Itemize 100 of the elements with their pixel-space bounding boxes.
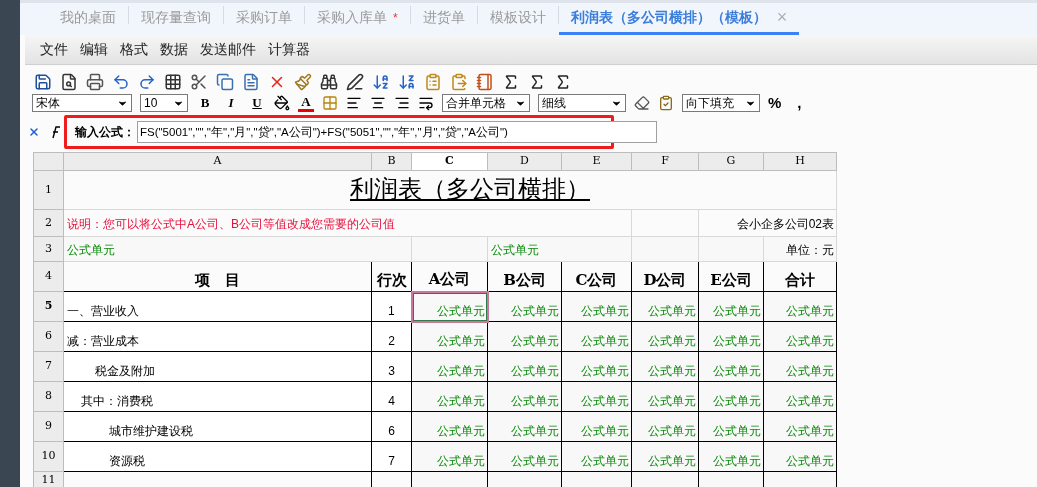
- menu-item[interactable]: 格式: [120, 39, 148, 60]
- undo-icon[interactable]: [112, 73, 130, 91]
- sort-descending-icon[interactable]: [398, 73, 416, 91]
- formula-cell[interactable]: 公式单元: [411, 321, 488, 352]
- save-icon[interactable]: [34, 73, 52, 91]
- menu-item[interactable]: 编辑: [80, 39, 108, 60]
- copy-icon[interactable]: [216, 73, 234, 91]
- paste-icon[interactable]: [450, 73, 468, 91]
- brush-icon[interactable]: [294, 73, 312, 91]
- formula-cell[interactable]: 公式单元: [631, 411, 699, 442]
- align-left-icon[interactable]: [346, 95, 362, 111]
- formula-cell[interactable]: 公式单元: [487, 381, 562, 412]
- print-preview-icon[interactable]: [60, 73, 78, 91]
- column-header[interactable]: B: [371, 152, 412, 171]
- formula-cell[interactable]: 公式单元: [561, 291, 632, 322]
- formula-cell[interactable]: 公式单元: [763, 351, 837, 382]
- corner-cell[interactable]: [33, 152, 64, 171]
- formula-cell[interactable]: 公式单元: [411, 381, 488, 412]
- percent-button[interactable]: %: [768, 91, 782, 115]
- document-icon[interactable]: [242, 73, 260, 91]
- formula-cell[interactable]: 公式单元: [411, 411, 488, 442]
- fill-select[interactable]: 向下填充: [682, 94, 760, 112]
- column-header[interactable]: F: [631, 152, 699, 171]
- column-header[interactable]: E: [561, 152, 632, 171]
- formula-input[interactable]: FS("5001","","年","月","贷","A公司")+FS("5051","","年","月","贷","A公司"): [137, 121, 657, 143]
- comma-button[interactable]: ,: [797, 91, 802, 115]
- formula-cell[interactable]: 公式单元: [763, 321, 837, 352]
- formula-cell[interactable]: 公式单元: [487, 351, 562, 382]
- formula-cell[interactable]: 公式单元: [698, 291, 764, 322]
- font-size-select[interactable]: 10: [140, 94, 188, 112]
- row-header[interactable]: 9: [33, 411, 64, 442]
- column-header[interactable]: D: [487, 152, 562, 171]
- underline-button[interactable]: U: [248, 93, 266, 113]
- align-right-icon[interactable]: [394, 95, 410, 111]
- wrap-text-icon[interactable]: [418, 95, 434, 111]
- row-header[interactable]: 8: [33, 381, 64, 412]
- redo-icon[interactable]: [138, 73, 156, 91]
- function-icon[interactable]: [50, 125, 62, 139]
- row-header[interactable]: 5: [33, 291, 64, 322]
- italic-button[interactable]: I: [222, 93, 240, 113]
- select-all-icon[interactable]: [164, 73, 182, 91]
- formula-cell[interactable]: 公式单元: [698, 351, 764, 382]
- formula-cell[interactable]: 公式单元: [487, 441, 562, 472]
- cut-icon[interactable]: [190, 73, 208, 91]
- formula-cell[interactable]: 公式单元: [763, 291, 837, 322]
- row-header[interactable]: 2: [33, 209, 64, 237]
- formula-cell[interactable]: 公式单元: [561, 351, 632, 382]
- formula-cell[interactable]: 公式单元: [763, 441, 837, 472]
- print-icon[interactable]: [86, 73, 104, 91]
- row-header[interactable]: 1: [33, 170, 64, 210]
- align-center-icon[interactable]: [370, 95, 386, 111]
- formula-cell[interactable]: 公式单元: [487, 321, 562, 352]
- edit-icon[interactable]: [346, 73, 364, 91]
- formula-cell[interactable]: 公式单元: [631, 321, 699, 352]
- clipboard-icon[interactable]: [424, 73, 442, 91]
- formula-cell[interactable]: 公式单元: [561, 321, 632, 352]
- table-cell[interactable]: 其中：消费税: [63, 381, 372, 412]
- table-cell[interactable]: 税金及附加: [63, 351, 372, 382]
- menu-item[interactable]: 数据: [160, 39, 188, 60]
- formula-cell[interactable]: 公式单元: [411, 441, 488, 472]
- menu-item[interactable]: 计算器: [268, 39, 310, 60]
- column-header[interactable]: G: [698, 152, 764, 171]
- formula-cell[interactable]: 公式单元: [561, 411, 632, 442]
- formula-cell[interactable]: 公式单元: [631, 291, 699, 322]
- formula-cell[interactable]: 公式单元: [698, 321, 764, 352]
- column-header[interactable]: C: [411, 152, 488, 171]
- line-style-select[interactable]: 细线: [538, 94, 626, 112]
- eraser-icon[interactable]: [634, 95, 650, 111]
- formula-cell[interactable]: 公式单元: [411, 351, 488, 382]
- merge-select[interactable]: 合并单元格: [442, 94, 530, 112]
- menu-item[interactable]: 文件: [40, 39, 68, 60]
- formula-cell[interactable]: 公式单元: [631, 381, 699, 412]
- sort-ascending-icon[interactable]: [372, 73, 390, 91]
- formula-cell[interactable]: 公式单元: [763, 381, 837, 412]
- find-icon[interactable]: [320, 73, 338, 91]
- bold-button[interactable]: B: [196, 93, 214, 113]
- formula-cell[interactable]: 公式单元: [561, 441, 632, 472]
- row-header[interactable]: 6: [33, 321, 64, 352]
- formula-cell[interactable]: 公式单元: [631, 441, 699, 472]
- format-icon[interactable]: [658, 95, 674, 111]
- tab[interactable]: 采购入库单 *: [305, 3, 410, 35]
- table-cell[interactable]: 城市维护建设税: [63, 411, 372, 442]
- border-icon[interactable]: [322, 95, 338, 111]
- fill-color-icon[interactable]: [274, 95, 290, 111]
- table-cell[interactable]: 减：营业成本: [63, 321, 372, 352]
- row-header[interactable]: 4: [33, 261, 64, 292]
- formula-cell[interactable]: 公式单元: [698, 381, 764, 412]
- cancel-icon[interactable]: [28, 126, 40, 138]
- formula-cell[interactable]: 公式单元: [487, 411, 562, 442]
- table-cell[interactable]: 一、营业收入: [63, 291, 372, 322]
- column-header[interactable]: A: [63, 152, 372, 171]
- row-header[interactable]: 10: [33, 441, 64, 472]
- table-cell[interactable]: 资源税: [63, 441, 372, 472]
- formula-cell[interactable]: 公式单元: [763, 411, 837, 442]
- formula-cell[interactable]: 公式单元: [561, 381, 632, 412]
- formula-cell[interactable]: 公式单元: [698, 441, 764, 472]
- formula-cell[interactable]: 公式单元: [487, 291, 562, 322]
- column-header[interactable]: H: [763, 152, 837, 171]
- row-header[interactable]: 3: [33, 236, 64, 262]
- formula-cell[interactable]: 公式单元: [631, 351, 699, 382]
